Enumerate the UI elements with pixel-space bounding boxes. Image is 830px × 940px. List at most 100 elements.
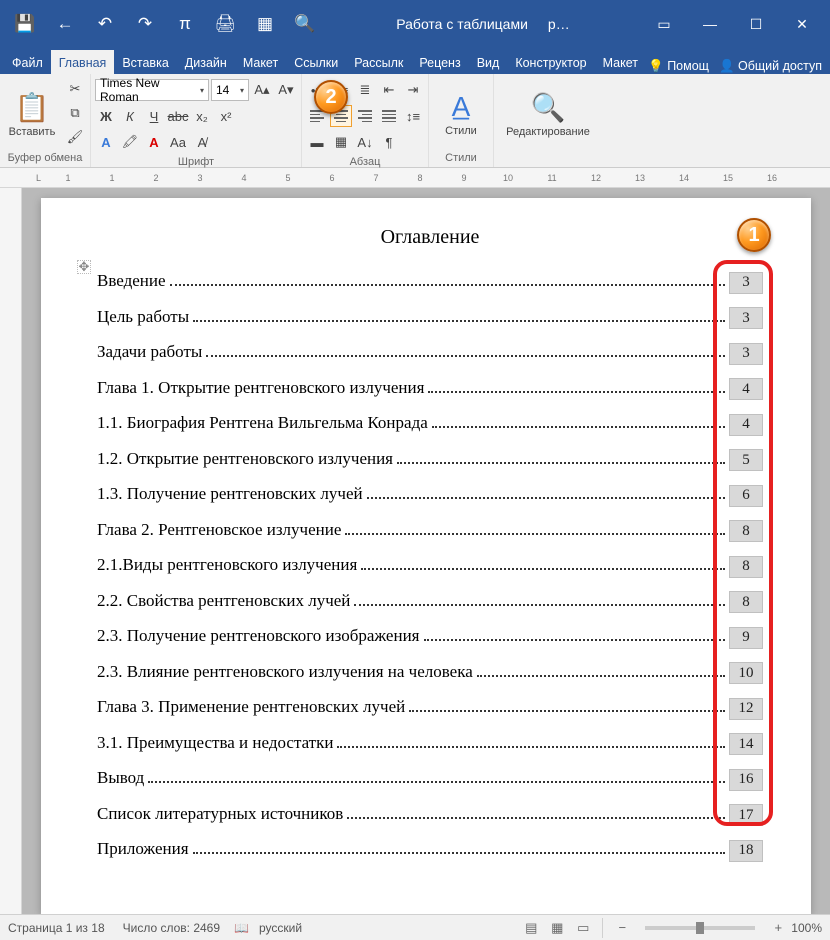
font-size-select[interactable]: 14▾ [211, 79, 249, 101]
toc-page-cell[interactable]: 8 [729, 520, 763, 542]
tab-layout[interactable]: Макет [235, 50, 286, 74]
toc-row[interactable]: 1.2. Открытие рентгеновского излучения 5 [97, 449, 763, 472]
toc-row[interactable]: Приложения18 [97, 839, 763, 862]
tab-home[interactable]: Главная [51, 50, 115, 74]
ribbon-options-icon[interactable]: ▭ [642, 8, 686, 40]
show-marks-icon[interactable]: ¶ [378, 131, 400, 153]
zoom-in-button[interactable]: + [766, 918, 790, 938]
toc-page-cell[interactable]: 5 [729, 449, 763, 471]
web-layout-icon[interactable]: ▭ [571, 918, 595, 938]
toc-page-cell[interactable]: 4 [729, 378, 763, 400]
proofing-icon[interactable]: 📖 [234, 921, 249, 935]
copy-icon[interactable]: ⧉ [64, 102, 86, 124]
tab-constructor[interactable]: Конструктор [507, 50, 594, 74]
toc-page-cell[interactable]: 12 [729, 698, 763, 720]
tab-view[interactable]: Вид [469, 50, 508, 74]
zoom-label[interactable]: 100% [791, 921, 822, 935]
toc-row[interactable]: Цель работы3 [97, 307, 763, 330]
status-lang[interactable]: русский [259, 921, 302, 935]
tell-me[interactable]: 💡 Помощ [648, 59, 709, 74]
toc-row[interactable]: Задачи работы3 [97, 342, 763, 365]
tab-review[interactable]: Реценз [411, 50, 468, 74]
tab-mailings[interactable]: Рассылк [346, 50, 411, 74]
toc-row[interactable]: Введение3 [97, 271, 763, 294]
font-name-select[interactable]: Times New Roman▾ [95, 79, 209, 101]
toc-page-cell[interactable]: 4 [729, 414, 763, 436]
save-icon[interactable]: 💾 [6, 5, 44, 43]
maximize-icon[interactable]: ☐ [734, 8, 778, 40]
paste-button[interactable]: 📋 Вставить [4, 78, 60, 150]
toc-page-cell[interactable]: 8 [729, 556, 763, 578]
redo-icon[interactable]: ↷ [126, 5, 164, 43]
back-icon[interactable]: ← [46, 5, 84, 43]
shading-icon[interactable]: ▬ [306, 131, 328, 153]
toc-page-cell[interactable]: 10 [729, 662, 763, 684]
toc-page-cell[interactable]: 18 [729, 840, 763, 862]
grow-font-icon[interactable]: A▴ [251, 79, 273, 101]
toc-page-cell[interactable]: 3 [729, 307, 763, 329]
ruler-vertical[interactable] [0, 188, 22, 914]
toc-row[interactable]: Глава 2. Рентгеновское излучение8 [97, 520, 763, 543]
tab-file[interactable]: Файл [4, 50, 51, 74]
styles-button[interactable]: A̲ Стили [433, 78, 489, 150]
shrink-font-icon[interactable]: A▾ [275, 79, 297, 101]
toc-row[interactable]: 3.1. Преимущества и недостатки14 [97, 733, 763, 756]
toc-page-cell[interactable]: 3 [729, 343, 763, 365]
numbering-icon[interactable]: 1≡ [330, 79, 352, 101]
text-effects-icon[interactable]: A [95, 131, 117, 153]
sort-icon[interactable]: A↓ [354, 131, 376, 153]
toc-row[interactable]: 2.2. Свойства рентгеновских лучей8 [97, 591, 763, 614]
format-painter-icon[interactable]: 🖌 [64, 126, 86, 148]
superscript-button[interactable]: x² [215, 105, 237, 127]
align-right-button[interactable] [354, 105, 376, 127]
print-layout-icon[interactable]: ▦ [545, 918, 569, 938]
zoom-slider[interactable] [645, 926, 755, 930]
borders-icon[interactable]: ▦ [330, 131, 352, 153]
status-words[interactable]: Число слов: 2469 [123, 921, 220, 935]
font-color-icon[interactable]: A [143, 131, 165, 153]
change-case-icon[interactable]: Aa [167, 131, 189, 153]
toc-row[interactable]: Глава 3. Применение рентгеновских лучей1… [97, 697, 763, 720]
toc-page-cell[interactable]: 14 [729, 733, 763, 755]
document-page[interactable]: Оглавление ✥ Введение3 Цель работы3Задач… [41, 198, 811, 914]
multilevel-icon[interactable]: ≣ [354, 79, 376, 101]
undo-icon[interactable]: ↶ [86, 5, 124, 43]
editing-button[interactable]: 🔍 Редактирование [498, 78, 598, 150]
highlight-icon[interactable]: 🖍 [119, 131, 141, 153]
toc-page-cell[interactable]: 16 [729, 769, 763, 791]
clear-format-icon[interactable]: A̸ [191, 131, 213, 153]
tab-insert[interactable]: Вставка [114, 50, 176, 74]
toc-page-cell[interactable]: 8 [729, 591, 763, 613]
justify-button[interactable] [378, 105, 400, 127]
line-spacing-icon[interactable]: ↕≡ [402, 105, 424, 127]
decrease-indent-icon[interactable]: ⇤ [378, 79, 400, 101]
toc-row[interactable]: 1.3. Получение рентгеновских лучей6 [97, 484, 763, 507]
toc-row[interactable]: 2.3. Влияние рентгеновского излучения на… [97, 662, 763, 685]
table-move-handle-icon[interactable]: ✥ [77, 260, 91, 274]
toc-page-cell[interactable]: 3 [729, 272, 763, 294]
close-icon[interactable]: ✕ [780, 8, 824, 40]
preview-icon[interactable]: 🔍 [286, 5, 324, 43]
ruler-horizontal[interactable]: L 1 1 2 3 4 5 6 7 8 9 10 11 12 13 14 15 … [0, 168, 830, 188]
underline-button[interactable]: Ч [143, 105, 165, 127]
print-icon[interactable]: 🖨 [206, 5, 244, 43]
tab-design[interactable]: Дизайн [177, 50, 235, 74]
status-page[interactable]: Страница 1 из 18 [8, 921, 105, 935]
increase-indent-icon[interactable]: ⇥ [402, 79, 424, 101]
align-left-button[interactable] [306, 105, 328, 127]
bullets-icon[interactable]: •≡ [306, 79, 328, 101]
bold-button[interactable]: Ж [95, 105, 117, 127]
equation-icon[interactable]: π [166, 5, 204, 43]
toc-row[interactable]: Вывод16 [97, 768, 763, 791]
toc-page-cell[interactable]: 9 [729, 627, 763, 649]
toc-row[interactable]: Глава 1. Открытие рентгеновского излучен… [97, 378, 763, 401]
minimize-icon[interactable]: — [688, 8, 732, 40]
align-center-button[interactable] [330, 105, 352, 127]
toc-row[interactable]: Список литературных источников17 [97, 804, 763, 827]
tab-table-layout[interactable]: Макет [595, 50, 646, 74]
italic-button[interactable]: К [119, 105, 141, 127]
toc-row[interactable]: 1.1. Биография Рентгена Вильгельма Конра… [97, 413, 763, 436]
toc-row[interactable]: 2.1.Виды рентгеновского излучения8 [97, 555, 763, 578]
toc-page-cell[interactable]: 17 [729, 804, 763, 826]
share-button[interactable]: 👤 Общий доступ [719, 59, 822, 74]
